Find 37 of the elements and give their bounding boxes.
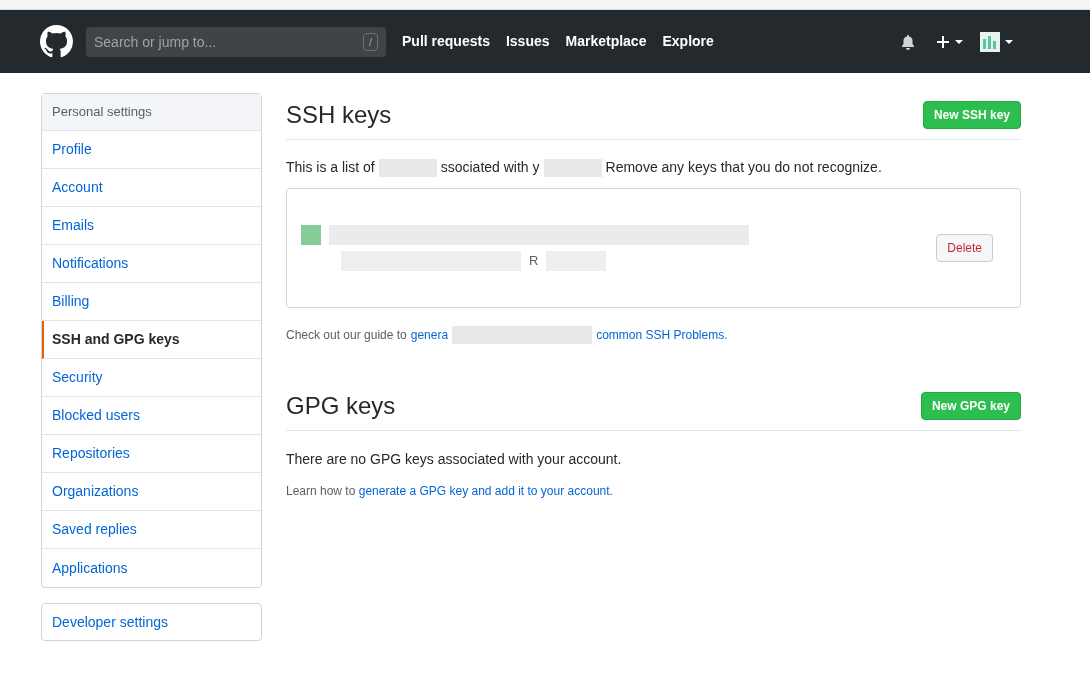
menu-item[interactable]: Organizations xyxy=(42,473,261,511)
intro-text: Remove any keys that you do not recognize. xyxy=(605,158,882,177)
menu-item[interactable]: Saved replies xyxy=(42,511,261,549)
nav-link[interactable]: Marketplace xyxy=(565,31,647,52)
developer-settings-link[interactable]: Developer settings xyxy=(41,603,262,641)
menu-item[interactable]: Notifications xyxy=(42,245,261,283)
shortcut-key: / xyxy=(362,32,378,51)
plus-dropdown-icon[interactable] xyxy=(936,34,964,49)
octocat-logo-icon[interactable] xyxy=(40,25,73,58)
guide-link[interactable]: genera xyxy=(410,326,449,344)
section-title: SSH keys xyxy=(286,100,392,130)
menu-item[interactable]: Applications xyxy=(42,549,261,587)
nav-link[interactable]: Explore xyxy=(662,31,714,52)
menu-item[interactable]: Blocked users xyxy=(42,397,261,435)
menu-item[interactable]: Billing xyxy=(42,283,261,321)
menu-item[interactable]: Emails xyxy=(42,207,261,245)
nav-link[interactable]: Issues xyxy=(505,31,550,52)
guide-text: . xyxy=(724,327,728,344)
intro-text: This is a list of xyxy=(286,158,375,177)
avatar-dropdown-icon[interactable] xyxy=(980,31,1014,52)
delete-button[interactable]: Delete xyxy=(936,234,993,262)
menu-item[interactable]: Security xyxy=(42,359,261,397)
menu-item[interactable]: Repositories xyxy=(42,435,261,473)
menu-heading: Personal settings xyxy=(42,94,261,131)
key-status-icon xyxy=(301,225,321,245)
learn-text: Learn how to generate a GPG key and add it to your account. xyxy=(286,483,614,500)
menu-item[interactable]: Profile xyxy=(42,131,261,169)
nav-link[interactable]: Pull requests xyxy=(402,31,490,52)
gpg-guide-link[interactable]: generate a GPG key and add it to your account xyxy=(358,484,610,498)
section-title: GPG keys xyxy=(286,391,396,421)
guide-text: Check out our guide to xyxy=(286,327,407,344)
menu-item[interactable]: Account xyxy=(42,169,261,207)
intro-text: ssociated with y xyxy=(440,158,540,177)
empty-message: There are no GPG keys associated with your account. xyxy=(286,450,623,469)
menu-item[interactable]: SSH and GPG keys xyxy=(42,321,261,359)
bell-icon[interactable] xyxy=(900,33,916,50)
key-letter: R xyxy=(529,252,539,271)
